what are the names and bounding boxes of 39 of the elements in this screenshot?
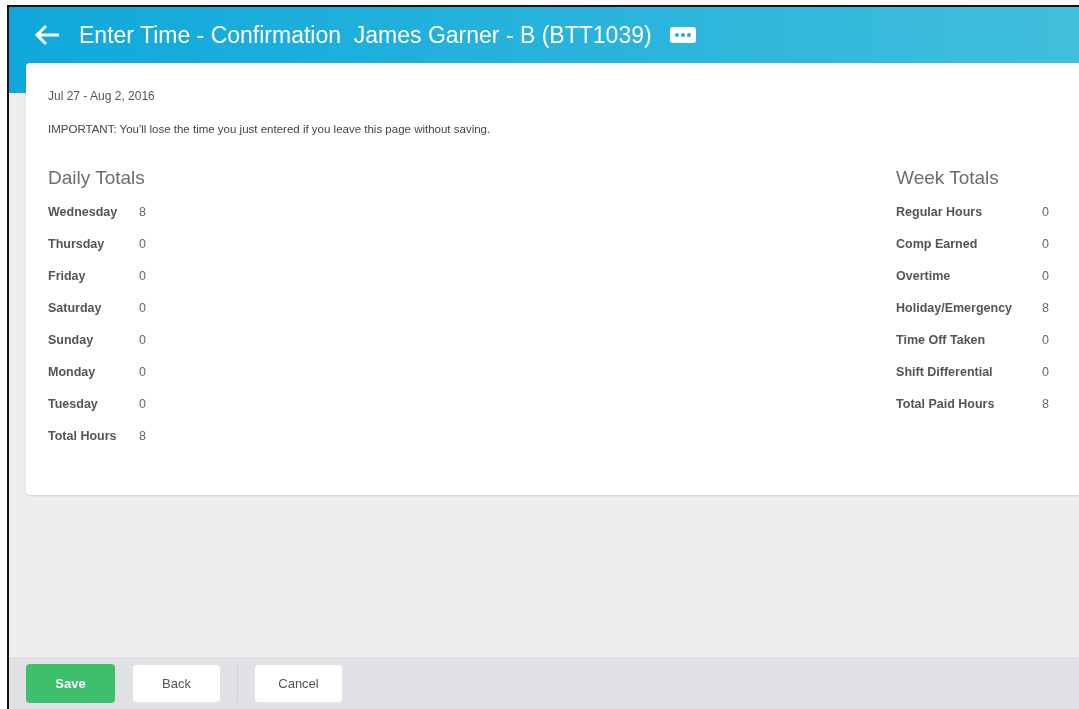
row-label: Total Paid Hours [896, 397, 996, 413]
action-button[interactable]: Cancel [254, 663, 343, 703]
section-title: Daily Totals [48, 167, 146, 189]
row-label: Overtime [896, 269, 952, 285]
hours-value: 0 [1042, 365, 1049, 381]
row-label: Saturday [48, 301, 103, 317]
hours-value: 0 [139, 269, 146, 285]
more-options-icon[interactable] [669, 27, 696, 43]
hours-value: 0 [1042, 205, 1049, 221]
action-button[interactable]: Back [132, 663, 221, 703]
hours-value: 0 [139, 237, 146, 253]
hours-value: 0 [1042, 333, 1049, 349]
page-title: Enter Time - Confirmation James Garner - B (BTT1039) [79, 21, 652, 49]
row-label: Tuesday [48, 397, 99, 413]
hours-value: 8 [1042, 397, 1049, 413]
hours-value: 0 [139, 301, 146, 317]
row-label: Wednesday [48, 205, 119, 221]
row-label: Shift Differential [896, 365, 994, 381]
hours-value: 0 [1042, 269, 1049, 285]
row-label: Friday [48, 269, 87, 285]
hours-value: 8 [139, 429, 146, 445]
hours-value: 0 [139, 333, 146, 349]
hours-value: 0 [139, 397, 146, 413]
row-label: Sunday [48, 333, 95, 349]
hours-value: 8 [139, 205, 146, 221]
date-range: Jul 27 - Aug 2, 2016 [48, 89, 156, 103]
hours-value: 8 [1042, 301, 1049, 317]
row-label: Monday [48, 365, 97, 381]
row-label: Total Hours [48, 429, 118, 445]
hours-value: 0 [1042, 237, 1049, 253]
back-arrow-icon[interactable] [33, 24, 61, 46]
section-title: Week Totals [896, 167, 1000, 189]
row-label: Holiday/Emergency [896, 301, 1014, 317]
row-label: Time Off Taken [896, 333, 987, 349]
row-label: Comp Earned [896, 237, 979, 253]
hours-value: 0 [139, 365, 146, 381]
row-label: Regular Hours [896, 205, 984, 221]
row-label: Thursday [48, 237, 106, 253]
warning-message: IMPORTANT: You'll lose the time you just entered if you leave this page without saving. [48, 123, 492, 135]
